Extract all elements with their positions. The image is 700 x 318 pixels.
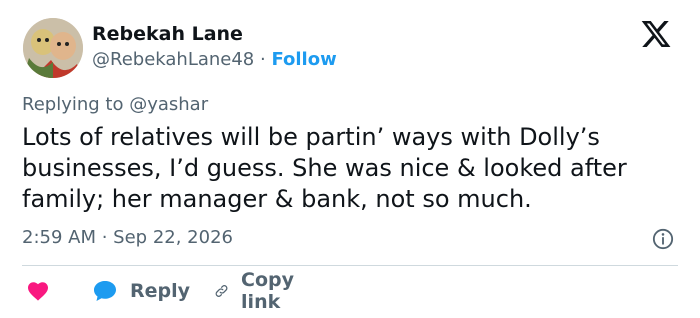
divider (22, 265, 678, 266)
author-name[interactable]: Rebekah Lane (92, 22, 243, 46)
copy-link-label: Copy link (241, 269, 295, 313)
reply-label: Reply (130, 280, 191, 302)
avatar-image (23, 18, 83, 78)
replying-to: Replying to @yashar (22, 94, 208, 116)
date-separator: · (96, 227, 114, 248)
tweet-date: Sep 22, 2026 (113, 227, 233, 248)
x-logo-icon[interactable] (638, 18, 674, 50)
avatar[interactable] (23, 18, 83, 78)
heart-icon (28, 282, 48, 301)
replying-to-prefix: Replying to (22, 94, 130, 115)
speech-bubble-icon (94, 281, 116, 301)
author-handle[interactable]: @RebekahLane48 (92, 49, 254, 70)
like-button[interactable] (26, 278, 50, 304)
tweet-text: Lots of relatives will be partin’ ways w… (22, 123, 627, 213)
replying-to-mention[interactable]: @yashar (129, 94, 208, 115)
follow-button[interactable]: Follow (271, 49, 336, 70)
tweet-card: Rebekah Lane @RebekahLane48 · Follow Rep… (0, 0, 700, 318)
handle-separator: · (254, 49, 272, 70)
tweet-time: 2:59 AM (22, 227, 96, 248)
link-icon (215, 285, 228, 297)
reply-button[interactable]: Reply (92, 278, 190, 304)
info-icon[interactable] (652, 228, 674, 250)
tweet-timestamp[interactable]: 2:59 AM · Sep 22, 2026 (22, 227, 233, 249)
copy-link-button[interactable]: Copy link (214, 269, 303, 313)
handle-row: @RebekahLane48 · Follow (92, 48, 337, 72)
